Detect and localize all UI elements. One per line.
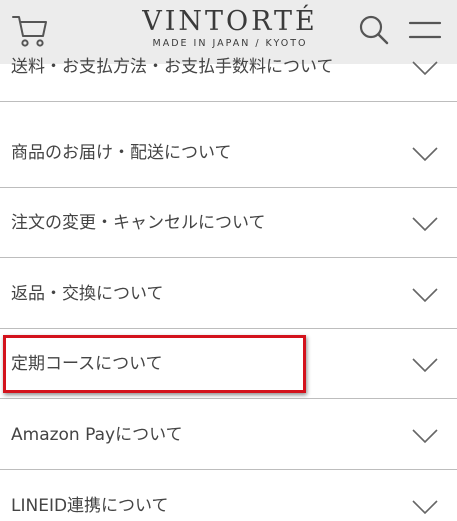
faq-item-line-id-link[interactable]: LINEID連携について: [0, 471, 457, 521]
faq-item-delivery[interactable]: 商品のお届け・配送について: [0, 118, 457, 188]
brand-name: VINTORTÉ: [142, 6, 318, 37]
faq-item-return-exchange[interactable]: 返品・交換について: [0, 259, 457, 329]
highlight-annotation-box: [3, 335, 306, 393]
faq-item-label: 商品のお届け・配送について: [11, 143, 232, 163]
faq-item-label: Amazon Payについて: [11, 425, 183, 445]
hamburger-menu-icon: [408, 21, 442, 39]
chevron-down-icon: [412, 288, 438, 303]
chevron-down-icon: [412, 147, 438, 162]
faq-item-order-change-cancel[interactable]: 注文の変更・キャンセルについて: [0, 188, 457, 258]
chevron-down-icon: [412, 358, 438, 373]
cart-icon: [12, 16, 47, 47]
faq-item-label: 注文の変更・キャンセルについて: [11, 213, 266, 233]
brand-logo[interactable]: VINTORTÉ MADE IN JAPAN / KYOTO: [130, 6, 330, 50]
chevron-down-icon: [412, 61, 438, 76]
chevron-down-icon: [412, 500, 438, 515]
faq-item-shipping-payment[interactable]: 送料・お支払方法・お支払手数料について: [0, 48, 457, 102]
chevron-down-icon: [412, 429, 438, 444]
search-icon: [359, 15, 389, 45]
search-button[interactable]: [358, 14, 390, 46]
faq-item-amazon-pay[interactable]: Amazon Payについて: [0, 400, 457, 470]
cart-button[interactable]: [10, 9, 50, 49]
faq-item-label: LINEID連携について: [11, 496, 169, 516]
chevron-down-icon: [412, 217, 438, 232]
faq-item-label: 返品・交換について: [11, 284, 164, 304]
menu-button[interactable]: [408, 14, 442, 46]
faq-item-label: 送料・お支払方法・お支払手数料について: [11, 57, 334, 77]
